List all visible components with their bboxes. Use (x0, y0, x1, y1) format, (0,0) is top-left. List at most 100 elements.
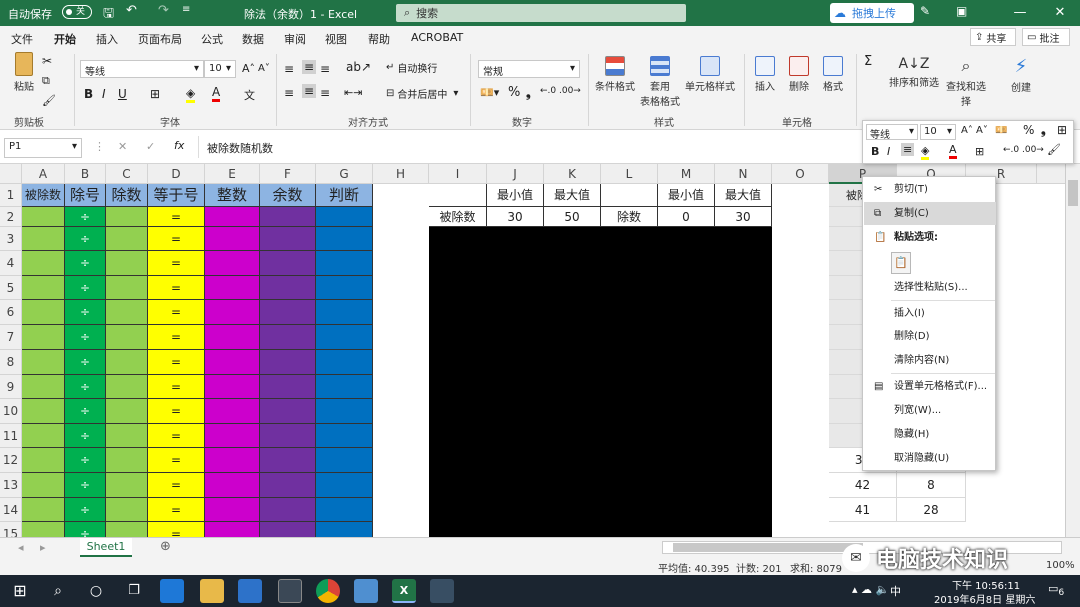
row-header[interactable]: 10 (0, 399, 22, 424)
find-select-button[interactable]: ⌕ 查找和选择 (942, 56, 990, 108)
save-icon[interactable]: 🖫 (103, 4, 114, 26)
data-cell[interactable] (22, 227, 65, 251)
data-cell[interactable] (106, 399, 148, 424)
menu-unhide[interactable]: 取消隐藏(U) (864, 447, 996, 470)
param-cell[interactable]: 除数 (601, 207, 658, 227)
data-cell[interactable]: ÷ (65, 276, 106, 300)
data-cell[interactable] (22, 300, 65, 325)
mini-table-icon[interactable]: ⊞ (1057, 123, 1067, 137)
share-button[interactable]: ⇪ 共享 (970, 28, 1016, 46)
clock-time[interactable]: 下午 10:56:11 (952, 577, 1020, 592)
align-right-icon[interactable]: ≡ (320, 86, 330, 100)
data-cell[interactable]: ÷ (65, 300, 106, 325)
mini-comma-icon[interactable]: ❟ (1041, 123, 1046, 138)
mini-currency-icon[interactable]: 💴 (995, 125, 1007, 136)
data-cell[interactable] (22, 350, 65, 375)
data-cell[interactable] (205, 498, 260, 522)
data-cell[interactable]: ÷ (65, 522, 106, 537)
row-header[interactable]: 8 (0, 350, 22, 375)
data-cell[interactable] (205, 300, 260, 325)
merge-center-button[interactable]: ⊟ 合并后居中 ▾ (386, 86, 458, 101)
data-cell[interactable] (106, 473, 148, 498)
data-cell[interactable]: ÷ (65, 473, 106, 498)
row-header[interactable]: 9 (0, 375, 22, 399)
data-cell[interactable] (260, 498, 316, 522)
cell-styles-button[interactable]: 单元格样式 (684, 56, 736, 93)
data-cell[interactable] (205, 276, 260, 300)
data-cell[interactable]: ÷ (65, 325, 106, 350)
header-cell[interactable]: 除号 (65, 184, 106, 207)
column-header[interactable]: C (106, 164, 148, 184)
row-header[interactable]: 11 (0, 424, 22, 448)
pen-icon[interactable]: ✎ (920, 4, 930, 18)
column-header[interactable]: H (373, 164, 429, 184)
data-cell[interactable] (106, 375, 148, 399)
phonetic-icon[interactable]: 文 (244, 87, 255, 103)
data-cell[interactable]: = (148, 399, 205, 424)
cancel-icon[interactable]: ✕ (118, 140, 127, 153)
data-cell[interactable] (205, 207, 260, 227)
param-cell[interactable]: 0 (658, 207, 715, 227)
comment-button[interactable]: ▭ 批注 (1022, 28, 1070, 46)
menu-copy[interactable]: ⧉ 复制(C) (864, 202, 996, 225)
fx-icon[interactable]: fx (174, 139, 184, 152)
data-cell[interactable] (106, 350, 148, 375)
header-cell[interactable]: 等于号 (148, 184, 205, 207)
menu-hide[interactable]: 隐藏(H) (864, 423, 996, 446)
edge-icon[interactable] (160, 579, 184, 603)
mini-fill-icon[interactable]: ◈ (921, 144, 930, 160)
data-cell[interactable] (22, 251, 65, 276)
param-cell[interactable]: 最小值 (487, 184, 544, 207)
tab-help[interactable]: 帮助 (368, 31, 390, 47)
param-cell[interactable]: 被除数 (429, 207, 487, 227)
row-header[interactable]: 4 (0, 251, 22, 276)
border-icon[interactable]: ⊞ (150, 87, 160, 101)
mini-italic-icon[interactable]: I (887, 145, 890, 158)
name-box[interactable]: P1 ▾ (4, 138, 82, 158)
data-cell[interactable]: = (148, 375, 205, 399)
add-sheet-icon[interactable]: ⊕ (160, 539, 171, 554)
data-cell[interactable] (316, 251, 373, 276)
data-cell[interactable] (22, 448, 65, 473)
data-cell[interactable] (205, 424, 260, 448)
data-cell[interactable] (22, 276, 65, 300)
data-cell[interactable]: ÷ (65, 227, 106, 251)
chrome-icon[interactable] (316, 579, 340, 603)
data-cell[interactable] (316, 325, 373, 350)
column-header[interactable]: K (544, 164, 601, 184)
data-cell[interactable] (22, 325, 65, 350)
data-cell[interactable] (260, 276, 316, 300)
task-view-icon[interactable]: ❐ (122, 579, 146, 603)
data-cell[interactable]: ÷ (65, 251, 106, 276)
paste-button[interactable]: 粘贴 (8, 52, 40, 93)
align-center-icon[interactable]: ≡ (302, 84, 317, 98)
header-cell[interactable]: 被除数 (22, 184, 65, 207)
data-cell[interactable]: ÷ (65, 498, 106, 522)
notification-icon[interactable]: ▭6 (1048, 582, 1064, 598)
menu-format-cells[interactable]: ▤ 设置单元格格式(F)... (864, 375, 996, 398)
comma-icon[interactable]: ❟ (526, 86, 531, 101)
data-cell[interactable]: = (148, 498, 205, 522)
data-cell[interactable] (316, 350, 373, 375)
shrink-font-icon[interactable]: A˅ (258, 63, 270, 74)
data-cell[interactable] (260, 448, 316, 473)
align-left-icon[interactable]: ≡ (284, 86, 294, 100)
row-header[interactable]: 14 (0, 498, 22, 522)
mini-decimal-icon[interactable]: ←.0 .00→ (1003, 145, 1044, 155)
autosave-toggle[interactable]: 关 (62, 5, 92, 19)
create-button[interactable]: ⚡ 创建 (1008, 56, 1034, 94)
format-cells-button[interactable]: 格式 (818, 56, 848, 93)
data-cell[interactable] (205, 375, 260, 399)
data-cell[interactable]: = (148, 227, 205, 251)
close-button[interactable]: ✕ (1040, 0, 1080, 26)
mini-font-select[interactable]: 等线 ▾ (866, 124, 918, 141)
mini-grow-font-icon[interactable]: A˄ A˅ (961, 125, 988, 136)
data-cell[interactable]: = (148, 325, 205, 350)
data-cell[interactable] (260, 251, 316, 276)
data-cell[interactable]: = (148, 251, 205, 276)
vertical-scrollbar-track[interactable] (1065, 164, 1080, 537)
data-cell[interactable] (316, 522, 373, 537)
menu-delete[interactable]: 删除(D) (864, 325, 996, 348)
font-size-select[interactable]: 10 ▾ (204, 60, 236, 78)
row-header[interactable]: 13 (0, 473, 22, 498)
